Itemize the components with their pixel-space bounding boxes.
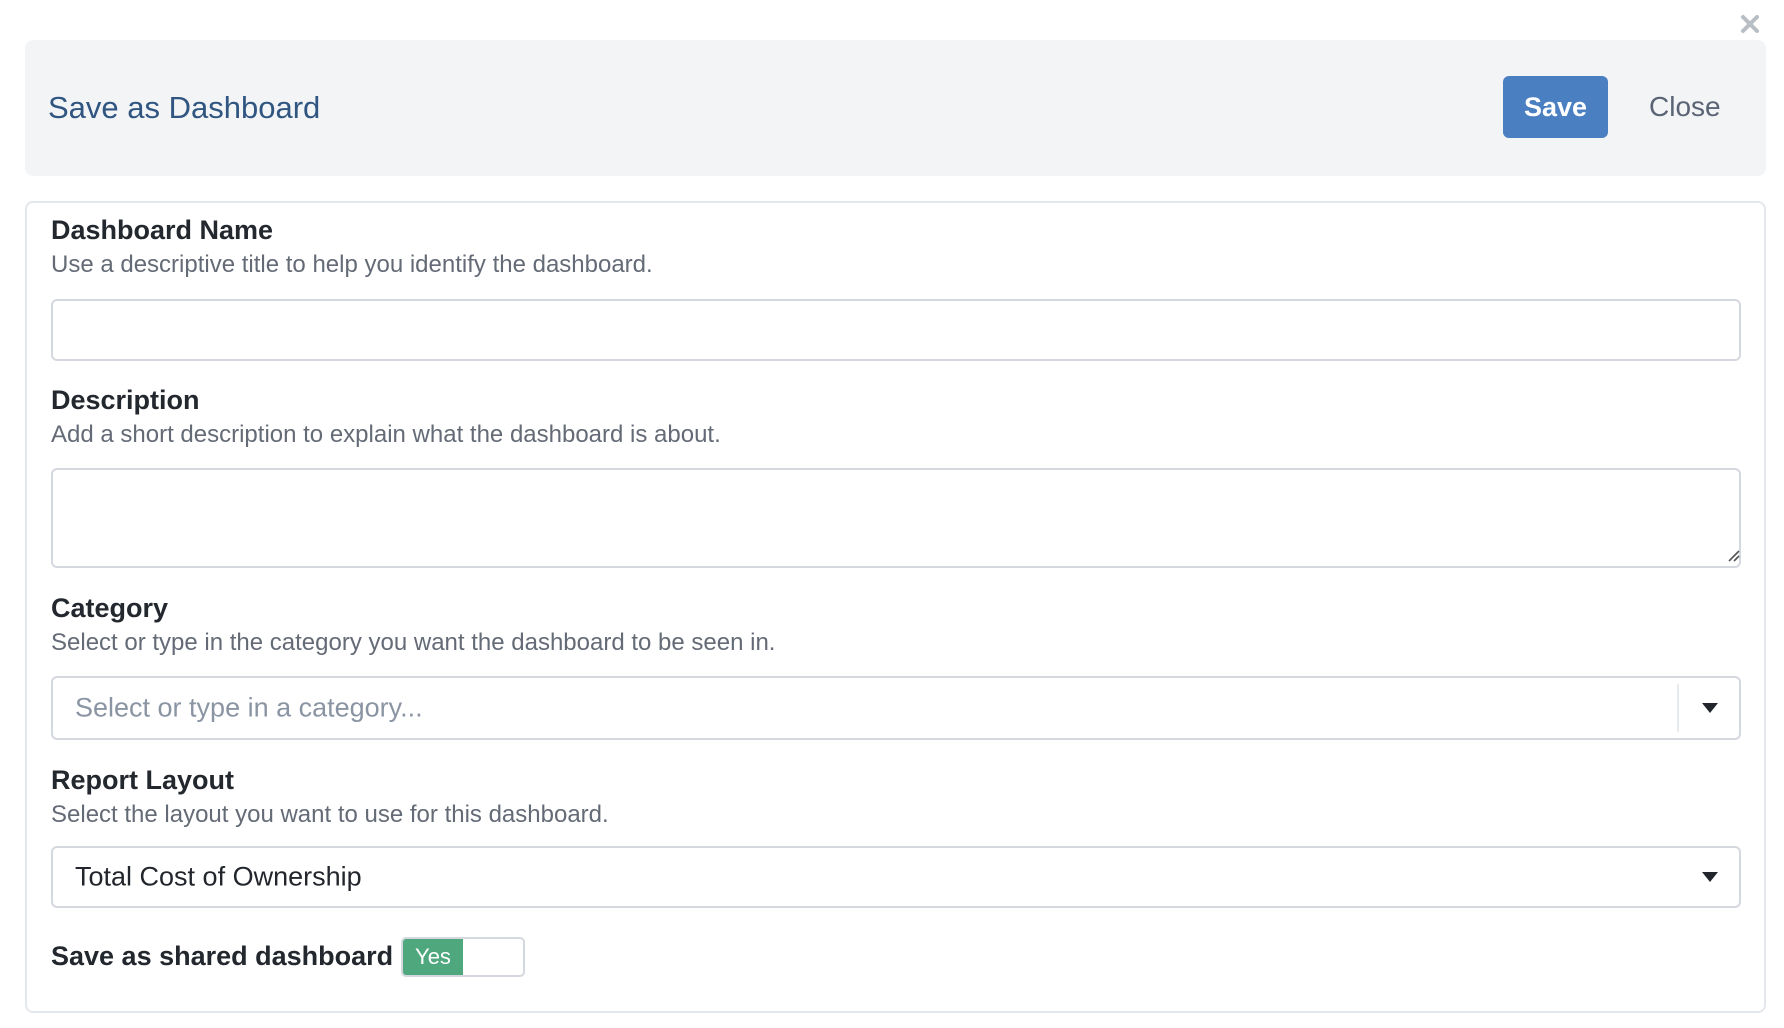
- combobox-divider: [1677, 684, 1679, 732]
- caret-down-icon[interactable]: [1701, 702, 1719, 714]
- dismiss-dialog-button[interactable]: [1736, 10, 1764, 38]
- resize-grip-icon[interactable]: [1724, 546, 1740, 562]
- shared-dashboard-toggle[interactable]: Yes: [401, 937, 525, 977]
- report-layout-select[interactable]: Total Cost of Ownership: [51, 846, 1741, 908]
- description-wrapper: [27, 468, 1764, 568]
- category-placeholder: Select or type in a category...: [75, 692, 423, 723]
- toggle-yes-state: Yes: [403, 939, 463, 975]
- dashboard-name-help: Use a descriptive title to help you iden…: [51, 251, 653, 278]
- category-label: Category: [51, 593, 169, 623]
- dialog-header: Save as Dashboard Save Close: [25, 40, 1766, 176]
- description-label: Description: [51, 385, 200, 415]
- close-button[interactable]: Close: [1637, 76, 1733, 138]
- report-layout-label: Report Layout: [51, 765, 235, 795]
- description-help: Add a short description to explain what …: [51, 421, 721, 448]
- dialog-title: Save as Dashboard: [48, 90, 321, 125]
- dashboard-form: Dashboard Name Use a descriptive title t…: [25, 201, 1766, 1013]
- dashboard-name-label: Dashboard Name: [51, 215, 274, 245]
- report-layout-value: Total Cost of Ownership: [75, 861, 362, 892]
- category-help: Select or type in the category you want …: [51, 629, 776, 656]
- save-button[interactable]: Save: [1503, 76, 1608, 138]
- dashboard-name-input[interactable]: [51, 299, 1741, 361]
- description-textarea[interactable]: [51, 468, 1741, 568]
- save-dashboard-dialog: Save as Dashboard Save Close Dashboard N…: [0, 0, 1784, 1028]
- caret-down-icon: [1702, 872, 1718, 882]
- close-x-icon: [1741, 15, 1759, 33]
- shared-dashboard-label: Save as shared dashboard: [51, 941, 394, 971]
- category-combobox[interactable]: Select or type in a category...: [51, 676, 1741, 740]
- report-layout-help: Select the layout you want to use for th…: [51, 801, 609, 828]
